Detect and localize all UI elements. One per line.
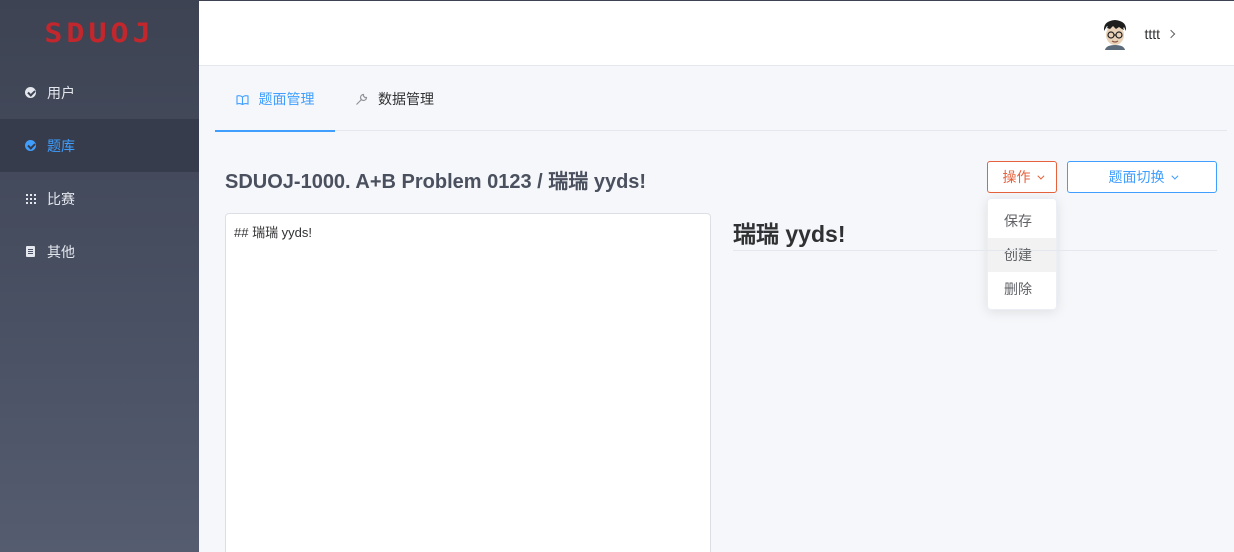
wrench-icon — [355, 93, 368, 106]
preview-heading: 瑞瑞 yyds! — [733, 221, 846, 247]
statement-switch-label: 题面切换 — [1108, 169, 1165, 185]
username: tttt — [1144, 26, 1160, 42]
sidebar-item-label: 比赛 — [47, 190, 75, 207]
tab-statement[interactable]: 题面管理 — [215, 67, 335, 132]
book-icon — [235, 94, 249, 105]
tab-data[interactable]: 数据管理 — [355, 67, 434, 131]
chevron-right-icon — [1166, 29, 1176, 39]
sidebar-item-problems[interactable]: 题库 — [0, 119, 199, 172]
chevron-down-icon — [1036, 172, 1044, 180]
user-menu[interactable]: tttt — [1102, 18, 1176, 50]
sidebar: SDUOJ 用户 题库 比赛 其他 — [0, 0, 199, 552]
chevron-down-icon — [1170, 172, 1178, 180]
operations-dropdown-button[interactable]: 操作 — [987, 161, 1057, 193]
sidebar-item-label: 题库 — [47, 137, 75, 154]
grid-icon — [25, 193, 36, 204]
tab-bar: 题面管理 数据管理 — [215, 67, 1227, 132]
menu-item-delete[interactable]: 删除 — [988, 272, 1056, 306]
check-circle-icon — [25, 140, 36, 151]
sidebar-item-other[interactable]: 其他 — [0, 225, 199, 278]
check-circle-icon — [25, 87, 36, 98]
logo[interactable]: SDUOJ — [0, 0, 199, 66]
avatar[interactable] — [1102, 18, 1128, 50]
top-header: tttt — [199, 0, 1234, 66]
sidebar-item-contests[interactable]: 比赛 — [0, 172, 199, 225]
sidebar-item-label: 其他 — [47, 243, 75, 260]
document-icon — [25, 246, 36, 257]
sidebar-item-label: 用户 — [47, 84, 75, 101]
operations-label: 操作 — [1002, 169, 1031, 185]
editor-content: ## 瑞瑞 yyds! — [234, 225, 313, 240]
tab-label: 题面管理 — [258, 91, 315, 107]
logo-text: SDUOJ — [44, 17, 155, 49]
preview-divider — [733, 250, 1217, 251]
statement-switch-button[interactable]: 题面切换 — [1067, 161, 1217, 193]
operations-dropdown-menu: 保存 创建 删除 — [987, 198, 1057, 310]
sidebar-item-users[interactable]: 用户 — [0, 66, 199, 119]
problem-title: SDUOJ-1000. A+B Problem 0123 / 瑞瑞 yyds! — [225, 171, 647, 193]
menu-item-save[interactable]: 保存 — [988, 204, 1056, 238]
tab-label: 数据管理 — [378, 91, 434, 107]
markdown-editor[interactable]: ## 瑞瑞 yyds! — [225, 213, 711, 552]
menu-item-create[interactable]: 创建 — [988, 238, 1056, 272]
